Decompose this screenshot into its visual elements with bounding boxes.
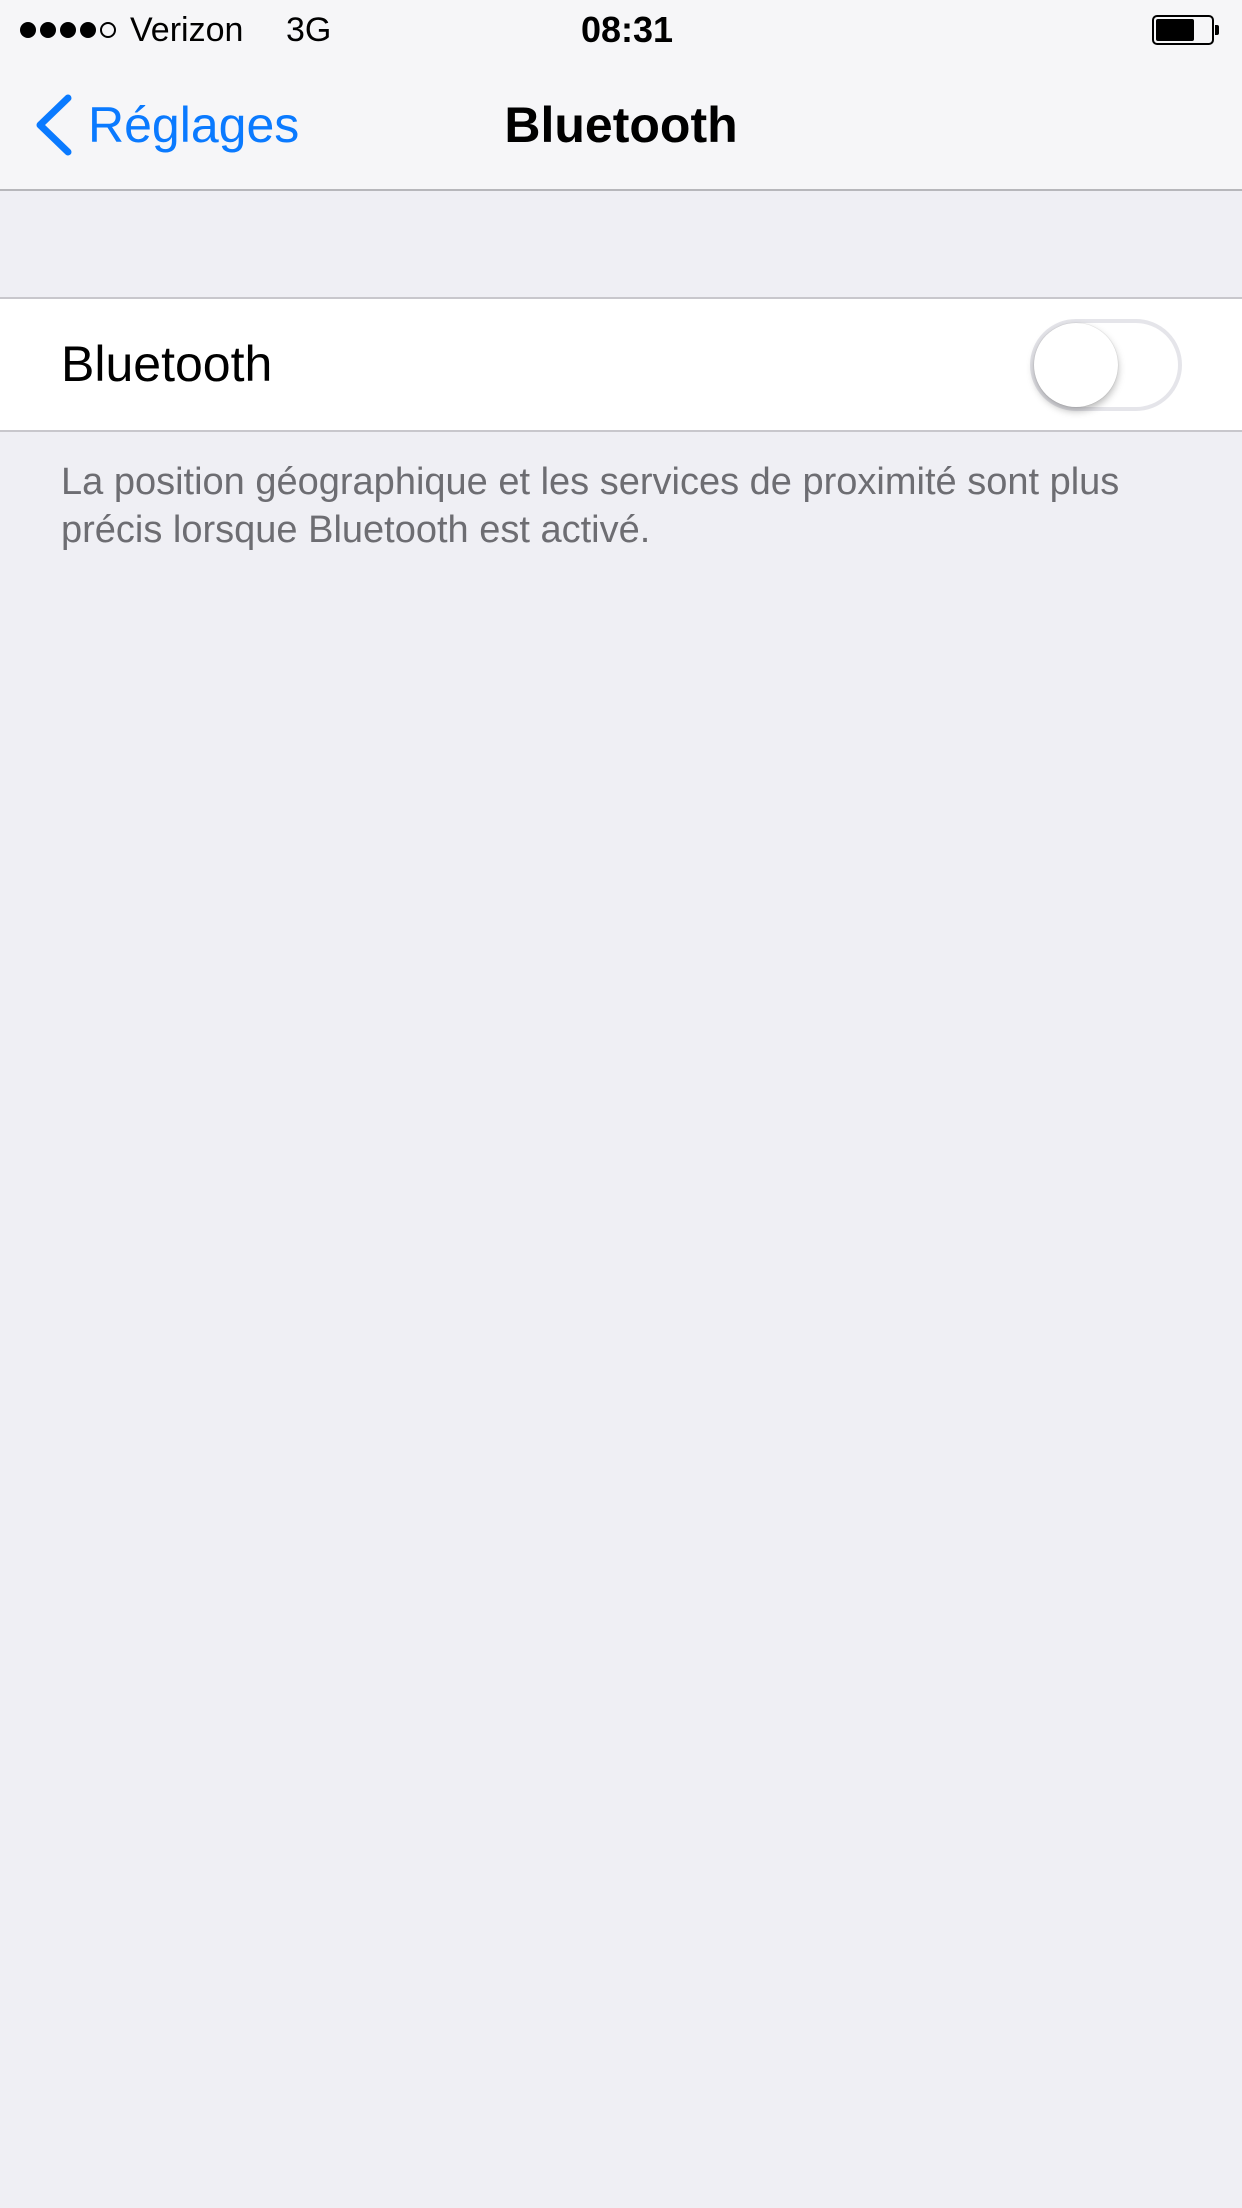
header: Verizon 3G 08:31 Réglages Bluetooth bbox=[0, 0, 1242, 191]
bluetooth-setting-row: Bluetooth bbox=[0, 297, 1242, 432]
battery-fill bbox=[1156, 19, 1194, 41]
battery-tip bbox=[1215, 25, 1219, 35]
toggle-knob bbox=[1034, 323, 1118, 407]
navigation-bar: Réglages Bluetooth bbox=[0, 60, 1242, 190]
status-time: 08:31 bbox=[580, 9, 674, 50]
bluetooth-setting-label: Bluetooth bbox=[61, 336, 273, 392]
bluetooth-toggle[interactable] bbox=[1030, 319, 1182, 411]
bluetooth-footer-note: La position géographique et les services… bbox=[61, 461, 1120, 551]
page-title: Bluetooth bbox=[504, 97, 738, 153]
battery-icon bbox=[1152, 15, 1219, 45]
status-bar: Verizon 3G 08:31 bbox=[0, 0, 1242, 60]
